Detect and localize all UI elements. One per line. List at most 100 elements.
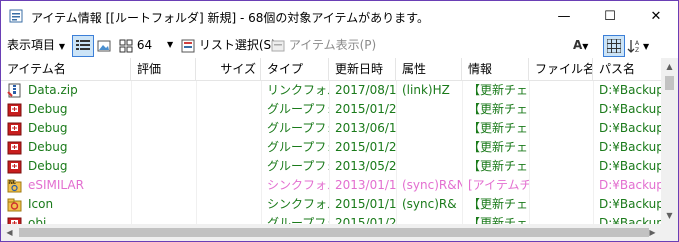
thumbnail-view-button[interactable] xyxy=(97,36,111,54)
cell-path: D:¥Backup¥ xyxy=(599,121,661,135)
scroll-down-icon[interactable]: ▼ xyxy=(661,207,678,224)
grid-line xyxy=(462,81,463,228)
cell-attributes xyxy=(396,157,462,176)
grid-line xyxy=(131,81,132,228)
cell-path: D:¥Backup¥ xyxy=(599,102,661,116)
details-view-icon xyxy=(76,40,90,50)
grid-icon xyxy=(119,39,133,52)
cell-info: 【更新チェック xyxy=(468,140,529,154)
scrollbar-corner xyxy=(661,224,678,241)
list-row[interactable]: Debug グループフォル 2013/06/12 【更新チェック D:¥Back… xyxy=(1,119,661,138)
item-display-button[interactable]: アイテム表示(P) xyxy=(271,36,376,54)
cell-item-name: Debug xyxy=(28,159,68,173)
cell-info: [アイテムチェッ xyxy=(468,178,529,192)
scroll-left-icon[interactable]: ◀ xyxy=(1,224,18,241)
vertical-scroll-thumb[interactable] xyxy=(665,76,674,90)
column-info[interactable]: 情報 xyxy=(462,58,529,80)
column-modified[interactable]: 更新日時 xyxy=(329,58,396,80)
cell-info: 【更新チェック xyxy=(468,102,529,116)
list-row[interactable]: Debug グループフォル 2015/01/23 ( 【更新チェック D:¥Ba… xyxy=(1,100,661,119)
details-view-button[interactable] xyxy=(72,35,94,57)
cell-info: 【更新チェック xyxy=(468,197,529,211)
cell-modified: 2013/05/21 ( xyxy=(335,159,396,173)
column-path[interactable]: パス名 xyxy=(593,58,661,80)
sort-button[interactable]: A Z ▼ xyxy=(627,36,649,54)
scroll-right-icon[interactable]: ▶ xyxy=(644,224,661,241)
list-row[interactable]: Icon シンクフォルダ 2015/01/13 ( (sync)R& 【更新チェ… xyxy=(1,195,661,214)
cell-attributes xyxy=(396,119,462,138)
cell-attributes: (link)HZ xyxy=(402,83,450,97)
maximize-icon: ☐ xyxy=(604,9,616,24)
column-rating[interactable]: 評価 xyxy=(131,58,196,80)
list-row[interactable]: Data.zip リンクフォルダ 2017/08/13 ( (link)HZ 【… xyxy=(1,81,661,100)
scroll-up-icon[interactable]: ▲ xyxy=(661,58,678,75)
cell-item-name: Icon xyxy=(28,197,54,211)
cell-path: D:¥Backup¥ xyxy=(599,83,661,97)
grid-line xyxy=(529,81,530,228)
cell-path: D:¥Backup¥ xyxy=(599,178,661,192)
column-item-name[interactable]: アイテム名 xyxy=(1,58,131,80)
column-header: アイテム名 評価 サイズ タイプ 更新日時 属性 情報 ファイル名 パス名 xyxy=(1,58,678,81)
grid-line xyxy=(396,81,397,228)
close-icon: ✕ xyxy=(650,9,662,24)
list-row[interactable]: NC eSIMILAR シンクフォルダ 2013/01/13 ( (sync)R… xyxy=(1,176,661,195)
svg-text:A: A xyxy=(635,40,640,47)
item-list: Data.zip リンクフォルダ 2017/08/13 ( (link)HZ 【… xyxy=(1,81,661,228)
gridlines-button[interactable] xyxy=(603,35,625,57)
list-row[interactable]: Debug グループフォル 2015/01/23 ( 【更新チェック D:¥Ba… xyxy=(1,138,661,157)
cell-type: リンクフォルダ xyxy=(267,83,329,97)
minimize-icon: — xyxy=(557,9,571,24)
cell-path: D:¥Backup¥ xyxy=(599,197,661,211)
font-button[interactable]: A▼ xyxy=(573,36,588,54)
horizontal-scrollbar[interactable]: ◀ ▶ xyxy=(1,224,661,241)
column-attributes[interactable]: 属性 xyxy=(396,58,462,80)
column-type[interactable]: タイプ xyxy=(261,58,329,80)
item-display-icon xyxy=(271,40,285,51)
app-icon xyxy=(9,9,23,23)
cell-modified: 2017/08/13 ( xyxy=(335,83,396,97)
cell-item-name: eSIMILAR xyxy=(28,178,84,192)
cell-path: D:¥Backup¥ xyxy=(599,159,661,173)
cell-type: グループフォル xyxy=(267,121,329,135)
sort-dropdown-arrow-icon: ▼ xyxy=(643,42,650,51)
list-select-icon xyxy=(181,39,195,52)
horizontal-scroll-thumb[interactable] xyxy=(19,228,649,237)
item-info-window: アイテム情報 [[ルートフォルダ] 新規] - 68個の対象アイテムがあります。… xyxy=(0,0,679,242)
font-icon: A xyxy=(573,38,583,52)
sync-folder-nc-icon: NC xyxy=(7,179,22,193)
cell-attributes xyxy=(396,138,462,157)
icon-size-selector[interactable]: 64 xyxy=(119,36,152,54)
grid-line xyxy=(196,81,197,228)
cell-attributes: (sync)R& xyxy=(402,197,457,211)
image-icon xyxy=(97,40,111,51)
cell-info: 【更新チェック xyxy=(468,121,529,135)
group-folder-icon xyxy=(7,122,22,136)
column-filename[interactable]: ファイル名 xyxy=(529,58,593,80)
grid-line xyxy=(593,81,594,228)
cell-modified: 2015/01/23 ( xyxy=(335,102,396,116)
sync-folder-icon xyxy=(7,198,22,212)
minimize-button[interactable]: — xyxy=(541,1,587,32)
list-row[interactable]: Debug グループフォル 2013/05/21 ( 【更新チェック D:¥Ba… xyxy=(1,157,661,176)
close-button[interactable]: ✕ xyxy=(633,1,678,32)
cell-type: シンクフォルダ xyxy=(267,178,329,192)
cell-item-name: Debug xyxy=(28,102,68,116)
cell-modified: 2013/01/13 ( xyxy=(335,178,396,192)
group-folder-icon xyxy=(7,103,22,117)
cell-type: シンクフォルダ xyxy=(267,197,329,211)
list-select-button[interactable]: リスト選択(S) xyxy=(181,36,276,54)
list-select-label: リスト選択(S) xyxy=(198,38,276,52)
display-items-label: 表示項目 xyxy=(7,38,56,52)
column-size[interactable]: サイズ xyxy=(196,58,261,80)
grid-line xyxy=(261,81,262,228)
cell-attributes xyxy=(396,100,462,119)
group-folder-icon xyxy=(7,141,22,155)
size-dropdown-arrow[interactable]: ▼ xyxy=(167,36,173,54)
vertical-scrollbar[interactable]: ▲ ▼ xyxy=(661,58,678,224)
cell-modified: 2015/01/13 ( xyxy=(335,197,396,211)
group-folder-icon xyxy=(7,160,22,174)
cell-type: グループフォル xyxy=(267,140,329,154)
maximize-button[interactable]: ☐ xyxy=(587,1,633,32)
cell-type: グループフォル xyxy=(267,159,329,173)
display-items-button[interactable]: 表示項目 ▼ xyxy=(7,36,65,54)
